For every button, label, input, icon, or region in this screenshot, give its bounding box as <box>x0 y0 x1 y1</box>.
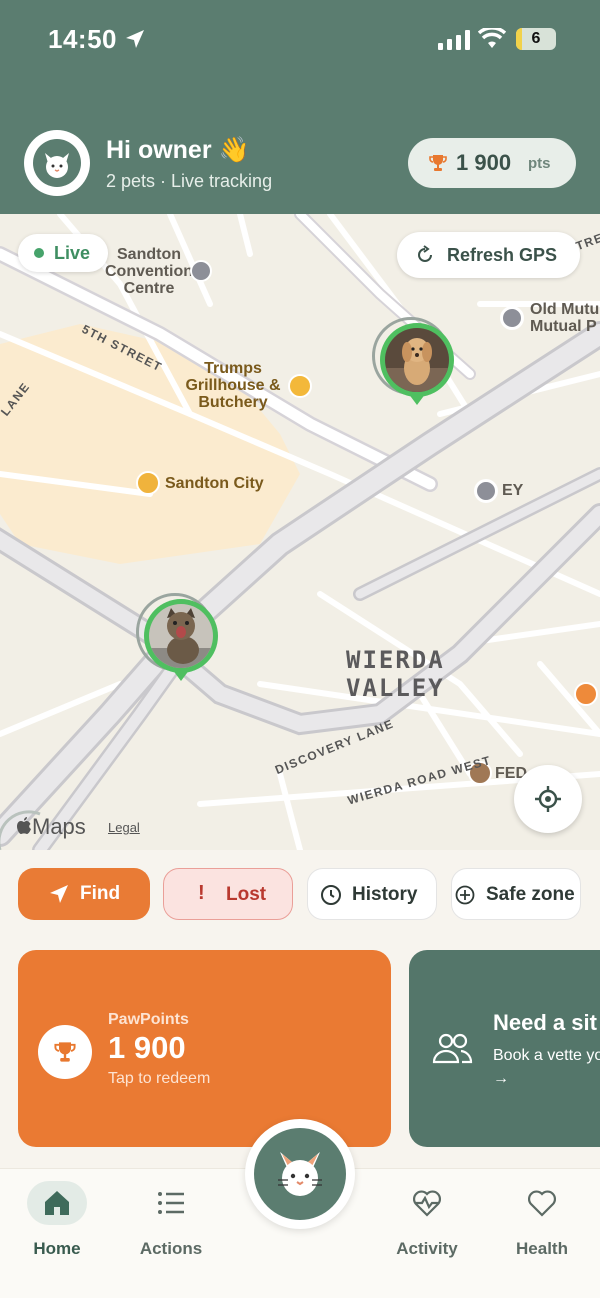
nav-actions[interactable]: Actions <box>121 1181 221 1259</box>
nav-health[interactable]: Health <box>492 1181 592 1259</box>
history-button[interactable]: History <box>307 868 437 920</box>
nav-activity-label: Activity <box>396 1239 458 1258</box>
crosshair-icon <box>535 786 561 812</box>
find-button[interactable]: Find <box>18 868 150 920</box>
trophy-icon <box>54 1042 76 1062</box>
nav-home-label: Home <box>33 1239 81 1258</box>
cat-photo <box>149 604 213 668</box>
pawpoints-card[interactable]: PawPoints 1 900 Tap to redeem <box>18 950 391 1147</box>
wierda-valley-label: WIERDA VALLEY <box>346 646 445 702</box>
nav-actions-label: Actions <box>139 1239 203 1258</box>
live-map[interactable]: Live Refresh GPS Sandton Convention Cent… <box>0 214 600 850</box>
wifi-icon <box>478 28 506 48</box>
lost-label: Lost <box>226 884 267 905</box>
location-arrow-icon <box>126 30 144 48</box>
sitter-title: Need a sit <box>493 1010 597 1035</box>
trophy-icon-circle <box>38 1025 92 1079</box>
pawpoints-value: 1 900 <box>108 1030 186 1065</box>
poi-sandton-city: Sandton City <box>165 475 264 492</box>
owner-avatar[interactable] <box>24 130 90 196</box>
tracking-subtitle: 2 pets · Live tracking <box>106 171 273 191</box>
redeem-hint: Tap to redeem <box>108 1070 211 1087</box>
dog-photo <box>385 328 449 392</box>
people-icon <box>432 1033 473 1064</box>
heart-pulse-icon <box>413 1190 441 1217</box>
safe-zone-button[interactable]: Safe zone <box>451 868 581 920</box>
apple-logo-icon <box>17 817 31 834</box>
refresh-icon <box>418 245 432 262</box>
food-marker-icon <box>574 682 598 706</box>
app-header: 14:50 6 Hi owner 👋 2 pets · Live trackin… <box>0 0 600 214</box>
nav-health-label: Health <box>516 1239 568 1258</box>
list-icon <box>158 1192 184 1214</box>
nav-activity[interactable]: Activity <box>377 1181 477 1259</box>
cellular-signal-icon <box>438 30 470 50</box>
apple-maps-logo: Maps <box>16 814 86 840</box>
pet-pin-dog[interactable] <box>372 317 454 407</box>
home-icon <box>45 1191 69 1215</box>
refresh-gps-button[interactable]: Refresh GPS <box>397 232 580 278</box>
clock-icon <box>321 885 341 905</box>
plus-circle-icon <box>455 885 475 905</box>
legal-link[interactable]: Legal <box>108 820 140 835</box>
restaurant-marker-icon <box>288 374 312 398</box>
history-label: History <box>352 884 418 905</box>
points-value: 1 900 <box>456 150 512 175</box>
cat-face-icon <box>45 153 69 178</box>
exclamation-icon: ! <box>198 882 205 904</box>
poi-marker-icon <box>474 479 498 503</box>
poi-marker-icon <box>190 260 212 282</box>
find-label: Find <box>80 883 121 904</box>
navigation-arrow-icon <box>50 885 68 903</box>
sitter-card[interactable]: Need a sit Book a vette you → <box>409 950 600 1147</box>
poi-trumps: Trumps Grillhouse & Butchery <box>185 360 281 411</box>
poi-old-mutual: Old Mutu Mutual P <box>530 301 600 335</box>
live-dot-icon <box>34 248 44 258</box>
status-time: 14:50 <box>48 24 117 54</box>
battery-indicator: 6 <box>516 28 556 50</box>
safe-zone-label: Safe zone <box>486 884 575 905</box>
live-label: Live <box>54 243 91 263</box>
shopping-marker-icon <box>136 471 160 495</box>
lost-button[interactable]: ! Lost <box>163 868 293 920</box>
locate-me-button[interactable] <box>514 765 582 833</box>
nav-home[interactable]: Home <box>7 1181 107 1259</box>
quick-actions: Find ! Lost History Safe zone <box>0 850 600 940</box>
sitter-subtitle: Book a vette you → <box>493 1047 600 1087</box>
points-unit: pts <box>528 155 551 172</box>
cat-face-icon <box>278 1152 322 1196</box>
greeting-title: Hi owner 👋 <box>106 136 250 164</box>
refresh-gps-label: Refresh GPS <box>447 245 558 265</box>
points-badge[interactable]: 1 900 pts <box>408 138 576 188</box>
poi-marker-icon <box>500 306 524 330</box>
center-pet-button[interactable] <box>245 1119 355 1229</box>
status-bar: 14:50 6 <box>0 0 600 80</box>
poi-ey: EY <box>502 482 524 499</box>
trophy-icon <box>429 155 447 171</box>
heart-icon <box>528 1190 556 1217</box>
pet-pin-cat[interactable] <box>136 593 218 683</box>
pawpoints-label: PawPoints <box>108 1011 189 1028</box>
